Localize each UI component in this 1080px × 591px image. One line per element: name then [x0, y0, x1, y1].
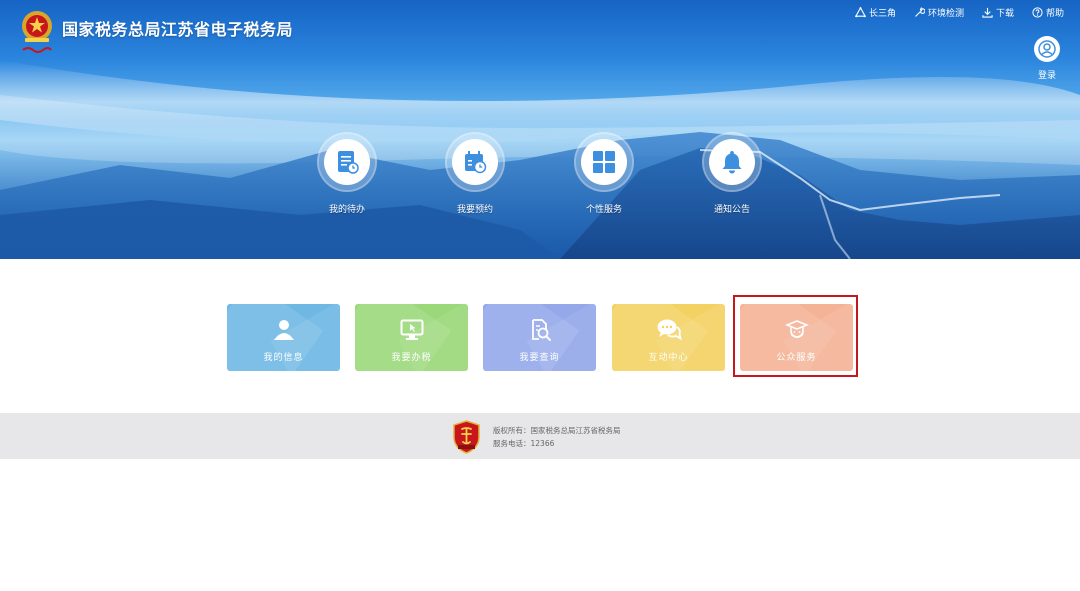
tile-my-info[interactable]: 我的信息	[227, 304, 340, 371]
link-yangtze-delta[interactable]: 长三角	[854, 6, 896, 19]
monitor-cursor-icon	[400, 319, 423, 340]
quick-entry-label: 我要预约	[456, 205, 493, 215]
quick-entry-circle	[319, 134, 375, 190]
tile-icon	[355, 318, 468, 342]
quick-entry-todo[interactable]: 我的待办	[317, 134, 377, 215]
todo-document-icon	[338, 151, 359, 174]
tile-icon	[483, 318, 596, 342]
footer-copyright: 版权所有：国家税务总局江苏省税务局	[493, 426, 621, 435]
quick-entry-circle	[704, 134, 760, 190]
quick-entry-circle	[447, 134, 503, 190]
tile-interaction-center[interactable]: 互动中心	[612, 304, 725, 371]
user-icon	[273, 320, 294, 340]
login-label: 登录	[1037, 71, 1056, 81]
quick-entry-personal-service[interactable]: 个性服务	[574, 134, 634, 215]
quick-entry-circle	[576, 134, 632, 190]
login-button[interactable]: 登录	[1032, 36, 1062, 81]
tile-query[interactable]: 我要查询	[483, 304, 596, 371]
document-search-icon	[531, 319, 551, 341]
quick-entry-notices[interactable]: 通知公告	[702, 134, 762, 215]
link-label: 环境检测	[927, 9, 964, 19]
footer-text: 版权所有：国家税务总局江苏省税务局 服务电话：12366	[493, 424, 621, 450]
graduate-hat-icon	[784, 320, 809, 338]
hero-banner: 国家税务总局江苏省电子税务局 长三角 环境检测 下载 帮助 登录 我的待办 我要…	[0, 0, 1080, 259]
top-links: 长三角 环境检测 下载 帮助	[854, 6, 1064, 19]
tile-icon	[740, 318, 853, 342]
party-shield-logo	[453, 420, 480, 454]
calendar-clock-icon	[465, 151, 487, 174]
footer: 版权所有：国家税务总局江苏省税务局 服务电话：12366	[0, 413, 1080, 459]
tile-handle-tax[interactable]: 我要办税	[355, 304, 468, 371]
link-help[interactable]: 帮助	[1032, 6, 1064, 19]
brand-area[interactable]: 国家税务总局江苏省电子税务局	[18, 8, 293, 58]
tile-label: 互动中心	[648, 353, 689, 363]
download-icon	[982, 7, 993, 18]
tile-icon	[227, 318, 340, 342]
grid-tiles-icon	[593, 151, 615, 173]
tile-icon	[612, 318, 725, 342]
tax-emblem-logo	[22, 11, 52, 53]
wrench-icon	[915, 7, 925, 17]
quick-entry-label: 通知公告	[713, 205, 750, 215]
user-avatar-icon	[1038, 40, 1056, 58]
quick-entry-inner	[452, 139, 498, 185]
quick-entry-label: 我的待办	[328, 205, 365, 215]
quick-entry-inner	[324, 139, 370, 185]
bell-icon	[722, 151, 742, 174]
help-circle-icon	[1032, 7, 1043, 18]
quick-entry-inner	[581, 139, 627, 185]
link-label: 下载	[995, 9, 1014, 19]
quick-entry-label: 个性服务	[585, 205, 622, 215]
link-label: 长三角	[868, 9, 896, 19]
link-download[interactable]: 下载	[982, 6, 1014, 19]
tile-label: 我要查询	[519, 353, 560, 363]
quick-entry-appointment[interactable]: 我要预约	[445, 134, 505, 215]
avatar	[1034, 36, 1060, 62]
triangle-network-icon	[854, 7, 866, 18]
link-label: 帮助	[1045, 9, 1064, 19]
quick-entry-inner	[709, 139, 755, 185]
tile-label: 我要办税	[391, 353, 432, 363]
site-title: 国家税务总局江苏省电子税务局	[62, 20, 294, 39]
tile-label: 我的信息	[263, 353, 304, 363]
chat-bubbles-icon	[657, 319, 682, 341]
link-environment-check[interactable]: 环境检测	[914, 6, 964, 19]
tile-label: 公众服务	[776, 353, 817, 363]
footer-phone: 服务电话：12366	[493, 439, 555, 448]
